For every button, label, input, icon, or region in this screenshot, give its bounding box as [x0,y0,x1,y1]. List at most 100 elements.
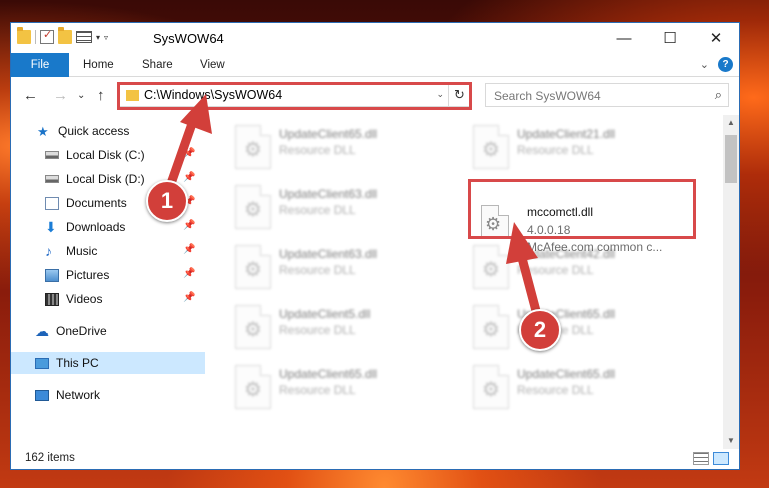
window-controls: — ☐ ✕ [601,23,739,53]
pin-icon[interactable]: 📌 [183,268,195,279]
window-title: SysWOW64 [153,31,224,46]
file-type: Resource DLL [279,203,356,217]
address-path[interactable]: C:\Windows\SysWOW64 [144,88,282,102]
help-icon[interactable]: ? [718,57,733,72]
downloads-icon: ⬇ [45,218,57,235]
file-item[interactable]: ⚙ UpdateClient65.dll Resource DLL [469,301,689,357]
scroll-up-icon[interactable]: ▲ [723,115,739,131]
gear-icon: ⚙ [482,319,500,341]
close-button[interactable]: ✕ [693,23,739,53]
dll-file-icon: ⚙ [235,125,271,169]
file-type: Resource DLL [517,383,594,397]
gear-icon: ⚙ [244,139,262,161]
file-item[interactable]: ⚙ UpdateClient42.dll Resource DLL [469,241,689,297]
refresh-icon[interactable]: ↻ [448,84,470,106]
nav-pictures[interactable]: Pictures 📌 [45,264,207,286]
file-type: Resource DLL [517,263,594,277]
back-arrow-icon[interactable]: ← [23,87,38,104]
pictures-icon [45,268,59,282]
search-icon[interactable]: ⌕ [715,87,722,103]
tab-view[interactable]: View [200,53,225,77]
file-name: UpdateClient5.dll [279,307,371,321]
file-name: UpdateClient65.dll [279,367,378,381]
nav-label: Downloads [66,220,126,234]
dll-file-icon: ⚙ [235,185,271,229]
file-item[interactable]: ⚙ UpdateClient63.dll Resource DLL [231,241,451,297]
up-arrow-icon[interactable]: ↑ [97,87,105,104]
videos-icon [45,292,59,306]
file-item[interactable]: ⚙ UpdateClient65.dll Resource DLL [231,361,451,417]
properties-icon[interactable] [40,28,54,44]
nav-downloads[interactable]: ⬇ Downloads 📌 [45,216,207,238]
forward-arrow-icon[interactable]: → [53,87,68,104]
step-badge-2: 2 [519,309,561,351]
large-icons-view-icon[interactable] [713,452,729,465]
nav-local-disk-c[interactable]: Local Disk (C:) 📌 [45,144,207,166]
dll-file-icon: ⚙ [473,305,509,349]
file-item[interactable]: ⚙ UpdateClient21.dll Resource DLL [469,121,689,177]
pin-icon[interactable]: 📌 [183,220,195,231]
maximize-button[interactable]: ☐ [647,23,693,53]
customize-toolbar-icon[interactable]: ▿ [104,33,108,42]
minimize-button[interactable]: — [601,23,647,53]
gear-icon: ⚙ [485,214,502,234]
dll-file-icon: ⚙ [481,205,509,239]
file-name: UpdateClient63.dll [279,247,378,261]
tab-share[interactable]: Share [142,53,173,77]
search-input[interactable]: Search SysWOW64 ⌕ [485,83,729,107]
gear-icon: ⚙ [482,259,500,281]
pin-icon[interactable]: 📌 [183,292,195,303]
pin-icon[interactable]: 📌 [183,172,195,183]
nav-network[interactable]: Network [35,384,100,406]
nav-this-pc[interactable]: This PC [11,352,205,374]
dll-file-icon: ⚙ [235,245,271,289]
folder-icon[interactable] [17,27,31,44]
file-name: UpdateClient65.dll [279,127,378,141]
nav-label: Local Disk (C:) [66,148,145,162]
pin-icon[interactable]: 📌 [183,148,195,159]
computer-icon [35,357,49,369]
address-bar[interactable]: C:\Windows\SysWOW64 ⌄ ↻ [119,83,471,107]
file-type: Resource DLL [279,383,356,397]
new-folder-icon[interactable] [58,27,72,44]
scroll-down-icon[interactable]: ▼ [723,433,739,449]
details-view-icon[interactable] [693,452,709,465]
nav-videos[interactable]: Videos 📌 [45,288,207,310]
chevron-down-icon[interactable]: ▾ [96,33,100,42]
nav-quick-access[interactable]: ★ Quick access [37,120,129,142]
file-item[interactable]: ⚙ UpdateClient63.dll Resource DLL [231,181,451,237]
nav-label: Music [66,244,98,258]
gear-icon: ⚙ [244,259,262,281]
file-type: Resource DLL [517,143,594,157]
quick-access-toolbar: ▾ ▿ [17,27,108,44]
file-item[interactable]: ⚙ UpdateClient5.dll Resource DLL [231,301,451,357]
search-placeholder: Search SysWOW64 [494,89,601,103]
ribbon-tabs: File Home Share View ⌄ ? [11,53,739,77]
view-options-icon[interactable] [76,31,92,43]
file-name: UpdateClient63.dll [279,187,378,201]
file-item[interactable]: ⚙ UpdateClient65.dll Resource DLL [231,121,451,177]
nav-onedrive[interactable]: ☁ OneDrive [35,320,107,342]
star-icon: ★ [37,123,49,139]
nav-music[interactable]: ♪ Music 📌 [45,240,207,262]
file-version: 4.0.0.18 [527,223,571,237]
file-item[interactable]: ⚙ UpdateClient65.dll Resource DLL [469,361,689,417]
nav-label: Videos [66,292,103,306]
tab-file[interactable]: File [11,53,69,77]
file-name: UpdateClient65.dll [517,367,616,381]
vertical-scrollbar[interactable]: ▲ ▼ [723,115,739,449]
file-type: Resource DLL [279,143,356,157]
tab-home[interactable]: Home [83,53,114,77]
chevron-down-icon[interactable]: ⌄ [436,89,444,100]
nav-label: Pictures [66,268,110,282]
recent-locations-icon[interactable]: ⌄ [77,90,85,101]
gear-icon: ⚙ [482,379,500,401]
step-badge-1: 1 [146,180,188,222]
file-name: UpdateClient42.dll [517,247,616,261]
dll-file-icon: ⚙ [473,365,509,409]
scroll-thumb[interactable] [725,135,737,183]
pin-icon[interactable]: 📌 [183,244,195,255]
navigation-pane: ★ Quick access Local Disk (C:) 📌 Local D… [11,115,207,441]
nav-label: Local Disk (D:) [66,172,145,186]
expand-ribbon-icon[interactable]: ⌄ [700,58,709,71]
